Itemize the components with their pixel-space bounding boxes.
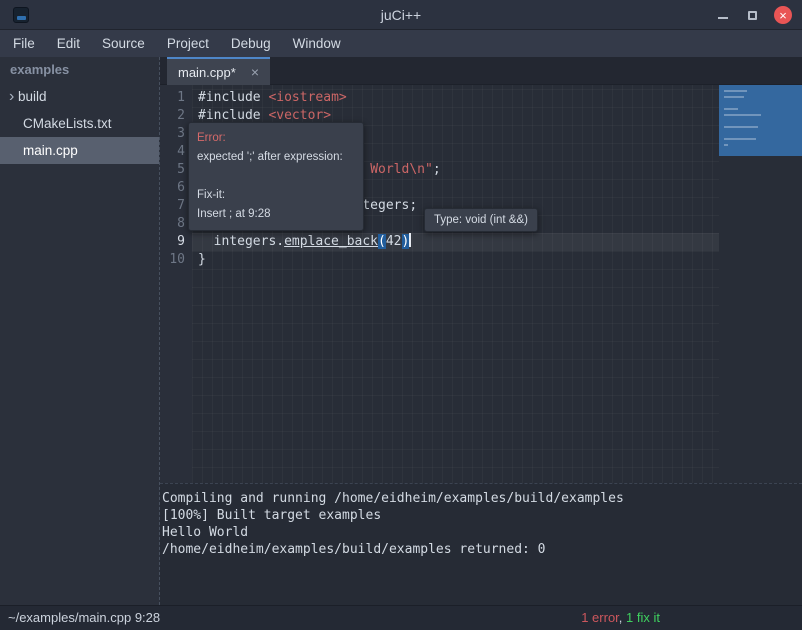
close-button[interactable]: × [774, 6, 792, 24]
menu-item-window[interactable]: Window [282, 32, 352, 55]
status-location: ~/examples/main.cpp 9:28 [8, 606, 160, 630]
minimap-line-mark [724, 108, 738, 110]
tree-item-main-cpp[interactable]: main.cpp [0, 137, 159, 164]
menu-item-file[interactable]: File [2, 32, 46, 55]
code-line[interactable]: integers.emplace_back(42) [192, 233, 719, 251]
code-token: ; [433, 162, 441, 177]
line-number: 1 [160, 89, 192, 107]
code-token: integers. [198, 234, 284, 249]
minimap-line-mark [724, 126, 758, 128]
minimap-line-mark [724, 114, 761, 116]
minimap [719, 85, 802, 483]
tab-label: main.cpp* [178, 65, 236, 80]
type-tooltip-text: Type: void (int &&) [434, 214, 528, 226]
code-line[interactable]: } [192, 251, 719, 269]
string-token: <iostream> [268, 90, 346, 105]
tab-main-cpp[interactable]: main.cpp* × [167, 57, 270, 85]
menu-item-source[interactable]: Source [91, 32, 156, 55]
sidebar: examples ›build CMakeLists.txt main.cpp [0, 57, 160, 605]
menubar: FileEditSourceProjectDebugWindow [0, 30, 802, 57]
type-tooltip: Type: void (int &&) [424, 208, 538, 232]
app-icon [13, 7, 29, 23]
status-separator: , [619, 610, 626, 625]
chevron-right-icon: › [0, 89, 18, 105]
minimap-line-mark [724, 90, 747, 92]
menu-item-debug[interactable]: Debug [220, 32, 282, 55]
tab-close-icon[interactable]: × [251, 65, 259, 79]
output-line: Hello World [162, 524, 800, 541]
minimap-slider[interactable] [719, 85, 802, 156]
string-token: <vector> [268, 108, 331, 123]
tooltip-row: Error: [197, 129, 355, 148]
window-title: juCi++ [0, 7, 802, 23]
output-line: /home/eidheim/examples/build/examples re… [162, 541, 800, 558]
output-pane[interactable]: Compiling and running /home/eidheim/exam… [160, 483, 802, 605]
code-line[interactable]: #include <iostream> [192, 89, 719, 107]
output-line: [100%] Built target examples [162, 507, 800, 524]
code-token: emplace_back [284, 234, 378, 249]
sidebar-tree: ›build CMakeLists.txt main.cpp [0, 83, 159, 164]
minimap-line-mark [724, 144, 728, 146]
tree-item-label: main.cpp [23, 143, 78, 158]
line-number: 2 [160, 107, 192, 125]
tooltip-row: Insert ; at 9:28 [197, 205, 355, 224]
tooltip-row: Fix-it: [197, 186, 355, 205]
text-cursor [409, 233, 411, 247]
code-token: 42 [386, 234, 402, 249]
statusbar: ~/examples/main.cpp 9:28 1 error, 1 fix … [0, 605, 802, 630]
maximize-button[interactable] [745, 8, 759, 22]
bracket-match-token: ( [378, 234, 386, 249]
minimap-line-mark [724, 138, 756, 140]
code-token: #include [198, 108, 268, 123]
maximize-icon [748, 11, 757, 20]
status-error-count: 1 error [581, 610, 619, 625]
tree-item-label: build [18, 89, 47, 104]
tree-item-build[interactable]: ›build [0, 83, 159, 110]
code-token: } [198, 252, 206, 267]
status-fixit-count: 1 fix it [626, 610, 660, 625]
line-number: 10 [160, 251, 192, 269]
output-line: Compiling and running /home/eidheim/exam… [162, 490, 800, 507]
minimize-button[interactable] [716, 8, 730, 22]
app-window: juCi++ × FileEditSourceProjectDebugWindo… [0, 0, 802, 630]
menu-item-project[interactable]: Project [156, 32, 220, 55]
status-diagnostics: 1 error, 1 fix it [581, 606, 660, 630]
tree-item-label: CMakeLists.txt [23, 116, 112, 131]
window-controls: × [716, 0, 792, 30]
tree-item-cmakelists-txt[interactable]: CMakeLists.txt [0, 110, 159, 137]
titlebar: juCi++ × [0, 0, 802, 30]
close-icon: × [779, 9, 787, 22]
code-token: #include [198, 90, 268, 105]
sidebar-header: examples [0, 57, 159, 83]
line-number: 9 [160, 233, 192, 251]
minimize-icon [718, 17, 728, 19]
error-tooltip: Error:expected ';' after expression: Fix-… [188, 122, 364, 231]
app-icon-glyph [17, 16, 26, 20]
minimap-line-mark [724, 96, 744, 98]
tooltip-row [197, 167, 355, 186]
tooltip-row: expected ';' after expression: [197, 148, 355, 167]
tabbar: main.cpp* × [160, 57, 802, 85]
bracket-match-token: ) [402, 234, 410, 249]
menu-item-edit[interactable]: Edit [46, 32, 91, 55]
